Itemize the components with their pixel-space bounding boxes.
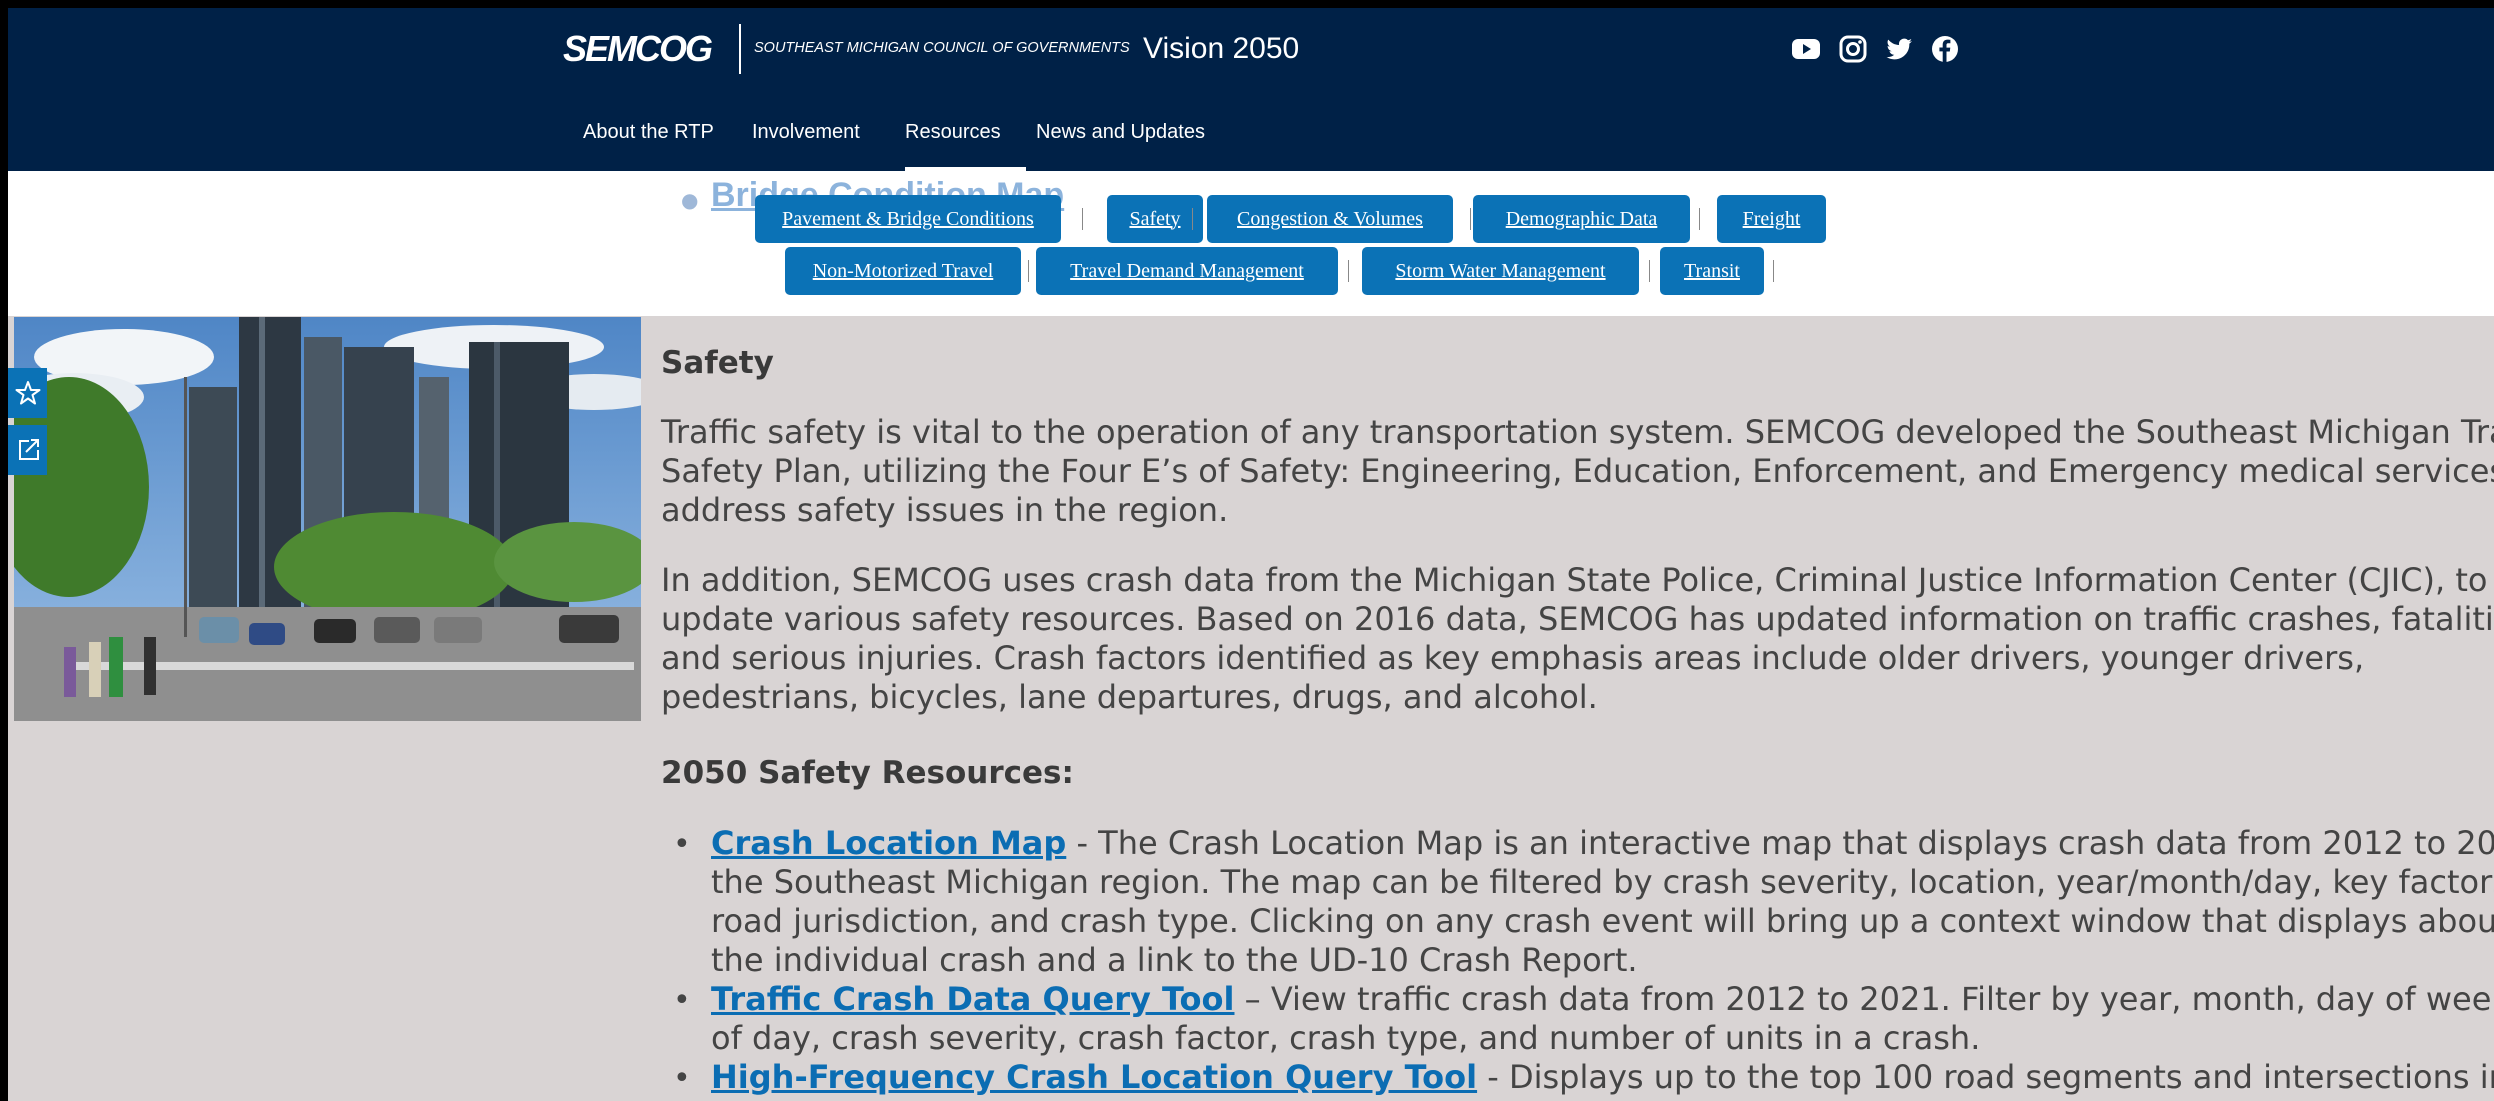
high-frequency-crash-link[interactable]: High-Frequency Crash Location Query Tool: [711, 1058, 1477, 1096]
facebook-icon[interactable]: [1930, 34, 1960, 64]
list-bullet: ●: [681, 188, 699, 212]
separator: [1192, 208, 1193, 230]
youtube-icon[interactable]: [1791, 34, 1821, 64]
resource-item: Crash Location Map - The Crash Location …: [711, 824, 2494, 980]
separator: [1082, 208, 1083, 230]
list-bullet: •: [673, 827, 691, 862]
text-line: address safety issues in the region.: [661, 491, 1229, 529]
text-line: Traffic safety is vital to the operation…: [661, 413, 2494, 451]
favorite-button[interactable]: [8, 368, 47, 418]
council-name: SOUTHEAST MICHIGAN COUNCIL OF GOVERNMENT…: [754, 40, 1130, 56]
list-bullet: •: [673, 983, 691, 1018]
resources-heading: 2050 Safety Resources:: [661, 755, 1074, 791]
topic-demographic-data[interactable]: Demographic Data: [1473, 195, 1690, 243]
share-icon: [18, 439, 39, 460]
text-line: and serious injuries. Crash factors iden…: [661, 639, 2365, 677]
logo-divider: [739, 24, 741, 74]
text-line: the Southeast Michigan region. The map c…: [711, 863, 2494, 901]
instagram-icon[interactable]: [1838, 34, 1868, 64]
nav-involvement[interactable]: Involvement: [752, 121, 860, 144]
separator: [1699, 208, 1700, 230]
text-line: pedestrians, bicycles, lane departures, …: [661, 678, 1598, 716]
nav-about-rtp[interactable]: About the RTP: [583, 121, 714, 144]
paragraph-intro: Traffic safety is vital to the operation…: [661, 413, 2494, 530]
nav-resources[interactable]: Resources: [905, 121, 1001, 144]
site-title[interactable]: Vision 2050: [1143, 32, 1299, 66]
paragraph-crash-data: In addition, SEMCOG uses crash data from…: [661, 561, 2494, 717]
section-heading: Safety: [661, 345, 774, 381]
list-bullet: •: [673, 1061, 691, 1096]
text-line: update various safety resources. Based o…: [661, 600, 2494, 638]
topic-travel-demand[interactable]: Travel Demand Management: [1036, 247, 1338, 295]
resource-description: – View traffic crash data from 2012 to 2…: [1234, 980, 2494, 1018]
resource-description: - The Crash Location Map is an interacti…: [1066, 824, 2494, 862]
topic-pavement-bridge[interactable]: Pavement & Bridge Conditions: [755, 195, 1061, 243]
separator: [1649, 260, 1650, 282]
separator: [1028, 260, 1029, 282]
crash-location-map-link[interactable]: Crash Location Map: [711, 824, 1066, 862]
detroit-street-photo: [14, 317, 641, 721]
topic-storm-water[interactable]: Storm Water Management: [1362, 247, 1639, 295]
browser-viewport: SEMCOG SOUTHEAST MICHIGAN COUNCIL OF GOV…: [8, 8, 2494, 1101]
text-line: the individual crash and a link to the U…: [711, 941, 1638, 979]
twitter-icon[interactable]: [1884, 34, 1914, 64]
text-line: In addition, SEMCOG uses crash data from…: [661, 561, 2488, 599]
topic-congestion-volumes[interactable]: Congestion & Volumes: [1207, 195, 1453, 243]
share-button[interactable]: [8, 425, 47, 475]
topic-safety[interactable]: Safety: [1107, 195, 1203, 243]
star-icon: [15, 381, 40, 405]
nav-news-updates[interactable]: News and Updates: [1036, 121, 1205, 144]
semcog-logo[interactable]: SEMCOG: [563, 28, 713, 70]
text-line: Safety Plan, utilizing the Four E’s of S…: [661, 452, 2494, 490]
separator: [1470, 208, 1471, 230]
resource-description: - Displays up to the top 100 road segmen…: [1477, 1058, 2494, 1096]
separator: [1773, 260, 1774, 282]
text-line: of day, crash severity, crash factor, cr…: [711, 1019, 1981, 1057]
topic-non-motorized[interactable]: Non-Motorized Travel: [785, 247, 1021, 295]
site-header: SEMCOG SOUTHEAST MICHIGAN COUNCIL OF GOV…: [8, 8, 2494, 171]
text-line: road jurisdiction, and crash type. Click…: [711, 902, 2494, 940]
resource-item: Traffic Crash Data Query Tool – View tra…: [711, 980, 2494, 1058]
topic-navigation: ● Bridge Condition Map Pavement & Bridge…: [8, 171, 2494, 316]
separator: [1348, 260, 1349, 282]
traffic-crash-query-link[interactable]: Traffic Crash Data Query Tool: [711, 980, 1234, 1018]
topic-transit[interactable]: Transit: [1660, 247, 1764, 295]
topic-freight[interactable]: Freight: [1717, 195, 1826, 243]
resource-item: High-Frequency Crash Location Query Tool…: [711, 1058, 2494, 1097]
